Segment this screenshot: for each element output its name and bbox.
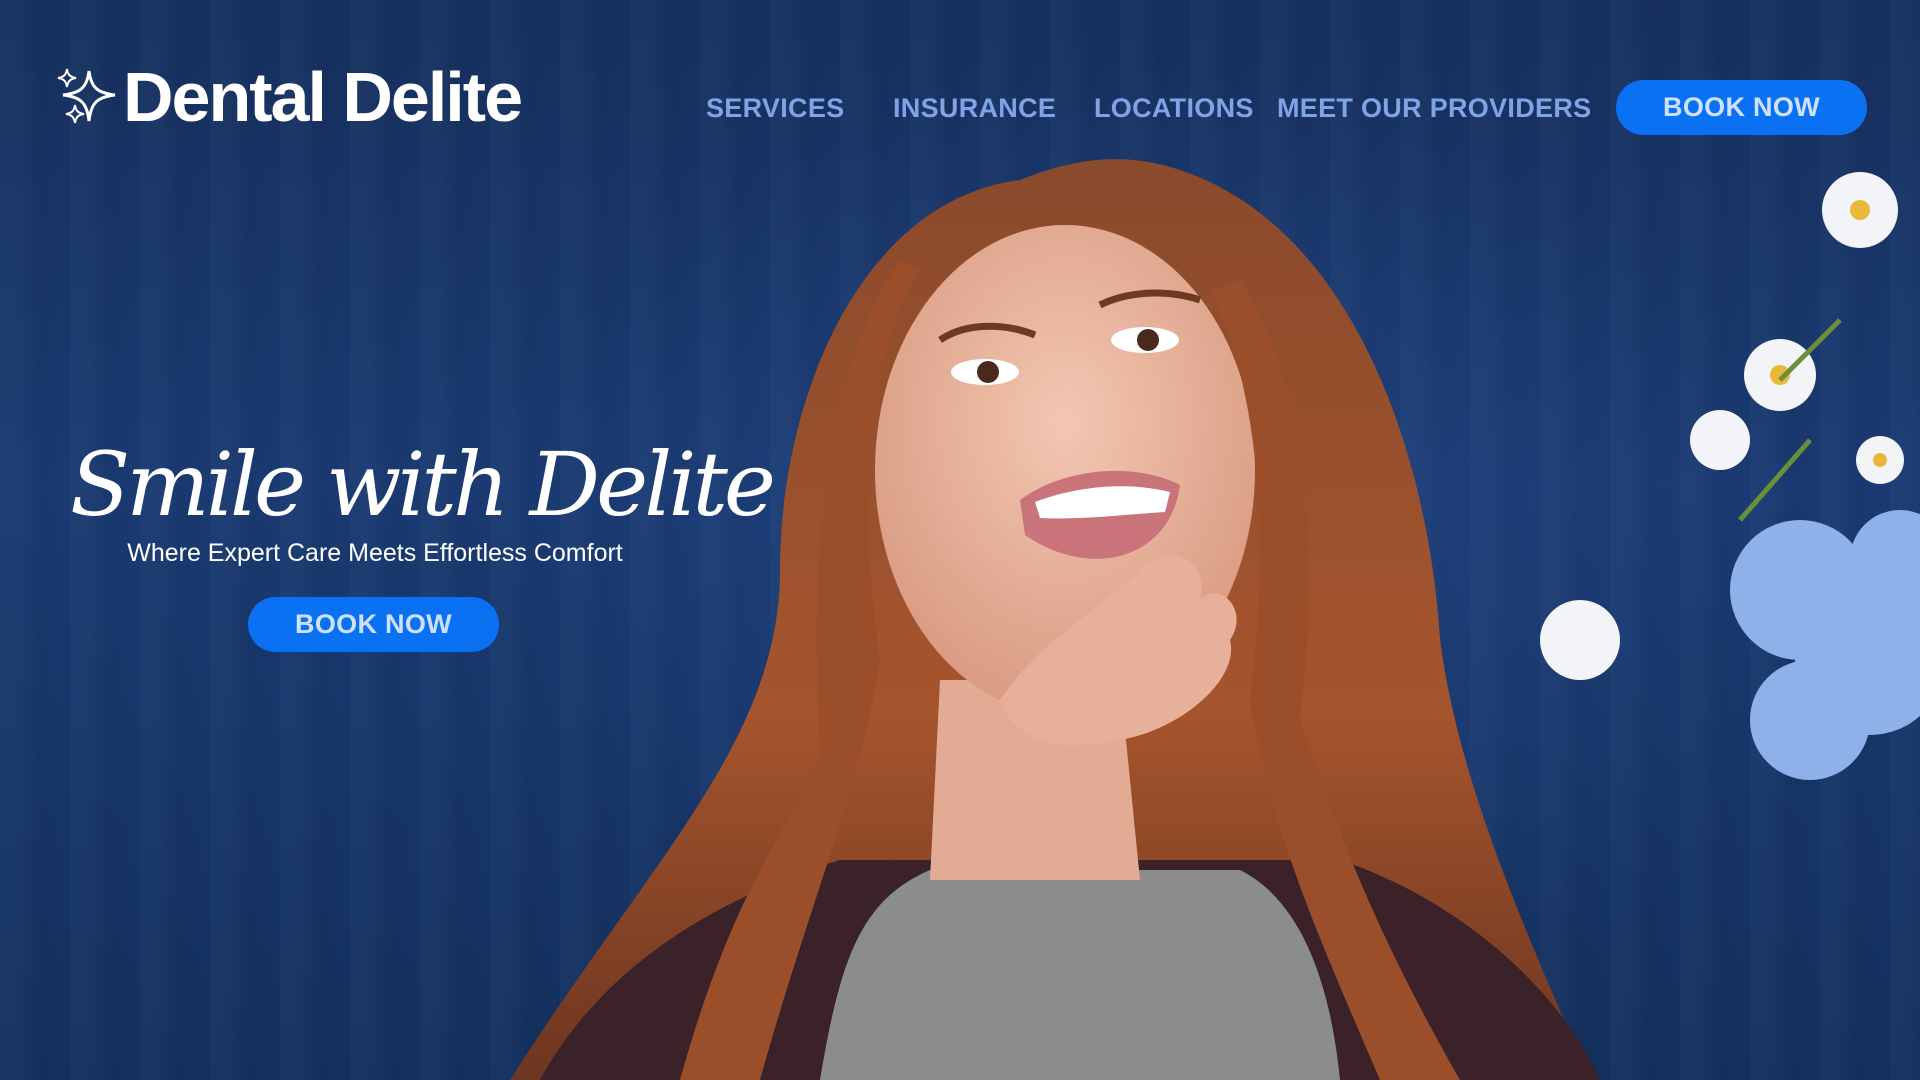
header-book-now-button[interactable]: BOOK NOW xyxy=(1616,80,1867,135)
brand-logo[interactable]: Dental Delite xyxy=(55,58,523,136)
hero-photo-smiling-woman xyxy=(510,159,1920,1080)
hero-subtitle: Where Expert Care Meets Effortless Comfo… xyxy=(127,539,623,567)
nav-item-insurance[interactable]: INSURANCE xyxy=(893,88,1056,128)
nav-item-services[interactable]: SERVICES xyxy=(706,88,844,128)
site-header: Dental Delite SERVICES INSURANCE LOCATIO… xyxy=(0,0,1920,160)
brand-name: Dental Delite xyxy=(123,58,523,136)
hero-title: Smile with Delite xyxy=(70,433,776,536)
nav-item-meet-our-providers[interactable]: MEET OUR PROVIDERS xyxy=(1277,88,1591,128)
hero-book-now-button[interactable]: BOOK NOW xyxy=(248,597,499,652)
nav-item-locations[interactable]: LOCATIONS xyxy=(1094,88,1254,128)
sparkle-stars-icon xyxy=(57,68,116,124)
